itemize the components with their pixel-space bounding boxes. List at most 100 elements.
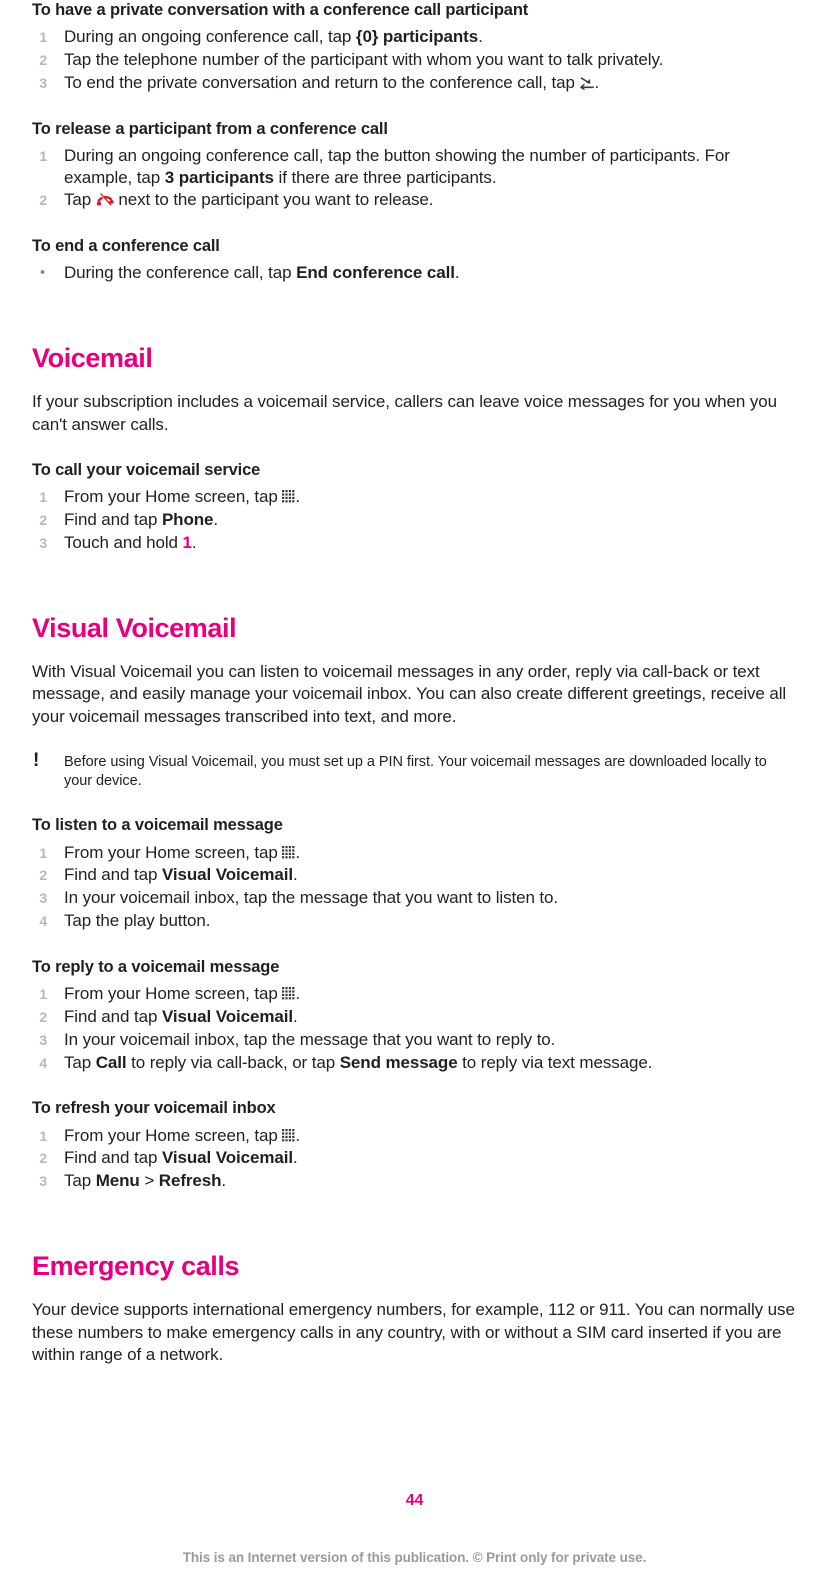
step-item: Tap next to the participant you want to …	[32, 189, 797, 211]
emphasis-term: Phone	[161, 510, 214, 530]
procedure-spacer	[32, 1193, 797, 1217]
procedure-spacer	[32, 95, 797, 119]
procedure-spacer	[32, 1074, 797, 1098]
emphasis-term: Menu	[95, 1171, 140, 1191]
text-run: Find and tap	[64, 510, 162, 530]
procedure-spacer	[32, 933, 797, 957]
procedure-title-reply-voicemail: To reply to a voicemail message	[32, 957, 280, 976]
text-run: With Visual Voicemail you can listen to …	[32, 661, 787, 727]
note-exclamation-icon: !	[33, 749, 40, 771]
procedure-steps-reply-voicemail: From your Home screen, tap . Find and tap…	[32, 983, 797, 1073]
footer-copyright-note: This is an Internet version of this publ…	[182, 1550, 647, 1565]
text-run: >	[139, 1171, 159, 1191]
text-run: From your Home screen, tap	[64, 1125, 283, 1145]
section-heading-visual-voicemail: Visual Voicemail	[32, 612, 237, 643]
step-item: During the conference call, tap End conf…	[32, 262, 797, 284]
procedure-steps-release-participant: During an ongoing conference call, tap t…	[32, 145, 797, 212]
procedure-title-end-conference-call: To end a conference call	[32, 237, 220, 256]
highlight-term: 1	[182, 533, 192, 553]
step-item: In your voicemail inbox, tap the message…	[32, 887, 797, 909]
app-drawer-icon	[282, 845, 295, 859]
text-run: Find and tap	[64, 865, 162, 885]
emphasis-term: 3 participants	[164, 167, 274, 187]
text-run: .	[295, 487, 300, 507]
text-run: From your Home screen, tap	[64, 487, 283, 507]
procedure-steps-private-conversation: During an ongoing conference call, tap {…	[32, 26, 797, 94]
text-run: In your voicemail inbox, tap the message…	[64, 1029, 556, 1049]
procedure-steps-listen-voicemail: From your Home screen, tap . Find and tap…	[32, 842, 797, 932]
text-run: Tap the telephone number of the particip…	[64, 49, 664, 69]
procedure-steps-end-conference-call: During the conference call, tap End conf…	[32, 262, 797, 284]
page-content: To have a private conversation with a co…	[32, 0, 797, 1391]
emphasis-term: Send message	[339, 1052, 458, 1072]
end-call-arrow-icon	[579, 76, 595, 90]
step-item: During an ongoing conference call, tap t…	[32, 145, 797, 189]
text-run: .	[292, 865, 298, 885]
procedure-title-call-voicemail-service: To call your voicemail service	[32, 461, 261, 480]
paragraph-visual-voicemail-intro: With Visual Voicemail you can listen to …	[32, 661, 797, 729]
text-run: .	[295, 984, 300, 1004]
text-run: .	[295, 842, 300, 862]
procedure-title-release-participant: To release a participant from a conferen…	[32, 119, 388, 138]
text-run: During the conference call, tap	[64, 263, 297, 283]
app-drawer-icon	[282, 490, 295, 503]
text-run: From your Home screen, tap	[64, 984, 283, 1004]
section-heading-voicemail: Voicemail	[32, 343, 153, 374]
paragraph-emergency-calls-intro: Your device supports international emerg…	[32, 1299, 797, 1367]
step-item: Find and tap Visual Voicemail.	[32, 1147, 797, 1169]
procedure-spacer	[32, 555, 797, 579]
text-run: Tap	[64, 1171, 96, 1191]
section-heading-emergency-calls: Emergency calls	[32, 1251, 240, 1282]
page-number: 44	[405, 1492, 424, 1509]
step-item: Tap the play button.	[32, 910, 797, 932]
heading-spacer	[32, 1283, 797, 1299]
text-run: To end the private conversation and retu…	[64, 72, 580, 92]
app-drawer-icon	[282, 1128, 295, 1142]
text-run: .	[292, 1148, 298, 1168]
text-run: From your Home screen, tap	[64, 842, 283, 862]
step-item: From your Home screen, tap .	[32, 842, 797, 864]
text-run: if there are three participants.	[273, 167, 497, 187]
text-run: Find and tap	[64, 1148, 162, 1168]
step-item: To end the private conversation and retu…	[32, 72, 797, 94]
text-run: In your voicemail inbox, tap the message…	[64, 888, 559, 908]
step-item: From your Home screen, tap .	[32, 486, 797, 508]
step-item: Touch and hold 1.	[32, 532, 797, 554]
note-spacer	[32, 791, 797, 815]
step-item: From your Home screen, tap .	[32, 1125, 797, 1147]
emphasis-term: Visual Voicemail	[161, 1148, 293, 1168]
text-run: Touch and hold	[64, 533, 183, 553]
emphasis-term: Visual Voicemail	[161, 865, 293, 885]
procedure-title-refresh-voicemail-inbox: To refresh your voicemail inbox	[32, 1099, 276, 1118]
emphasis-term: Refresh	[158, 1171, 222, 1191]
text-run: .	[221, 1171, 227, 1191]
paragraph-voicemail-intro: If your subscription includes a voicemai…	[32, 391, 797, 436]
text-run: .	[478, 27, 483, 47]
procedure-spacer	[32, 285, 797, 309]
text-run: Tap	[64, 190, 96, 210]
step-item: During an ongoing conference call, tap {…	[32, 26, 797, 48]
emphasis-term: End conference call	[296, 263, 455, 283]
step-item: Find and tap Phone.	[32, 509, 797, 531]
hangup-handset-icon	[96, 193, 114, 207]
text-run: .	[213, 510, 219, 530]
heading-spacer	[32, 645, 797, 661]
step-item: Tap Call to reply via call-back, or tap …	[32, 1052, 797, 1074]
text-run: .	[292, 1006, 298, 1026]
step-item: Find and tap Visual Voicemail.	[32, 864, 797, 886]
text-run: .	[295, 1125, 300, 1145]
text-run: .	[191, 533, 197, 553]
emphasis-term: Visual Voicemail	[161, 1006, 293, 1026]
text-run: to reply via call-back, or tap	[126, 1052, 340, 1072]
heading-spacer	[32, 375, 797, 391]
text-run: .	[454, 263, 460, 283]
step-item: Find and tap Visual Voicemail.	[32, 1006, 797, 1028]
text-run: to reply via text message.	[457, 1052, 653, 1072]
text-run: Tap the play button.	[64, 911, 211, 931]
step-item: Tap the telephone number of the particip…	[32, 49, 797, 71]
